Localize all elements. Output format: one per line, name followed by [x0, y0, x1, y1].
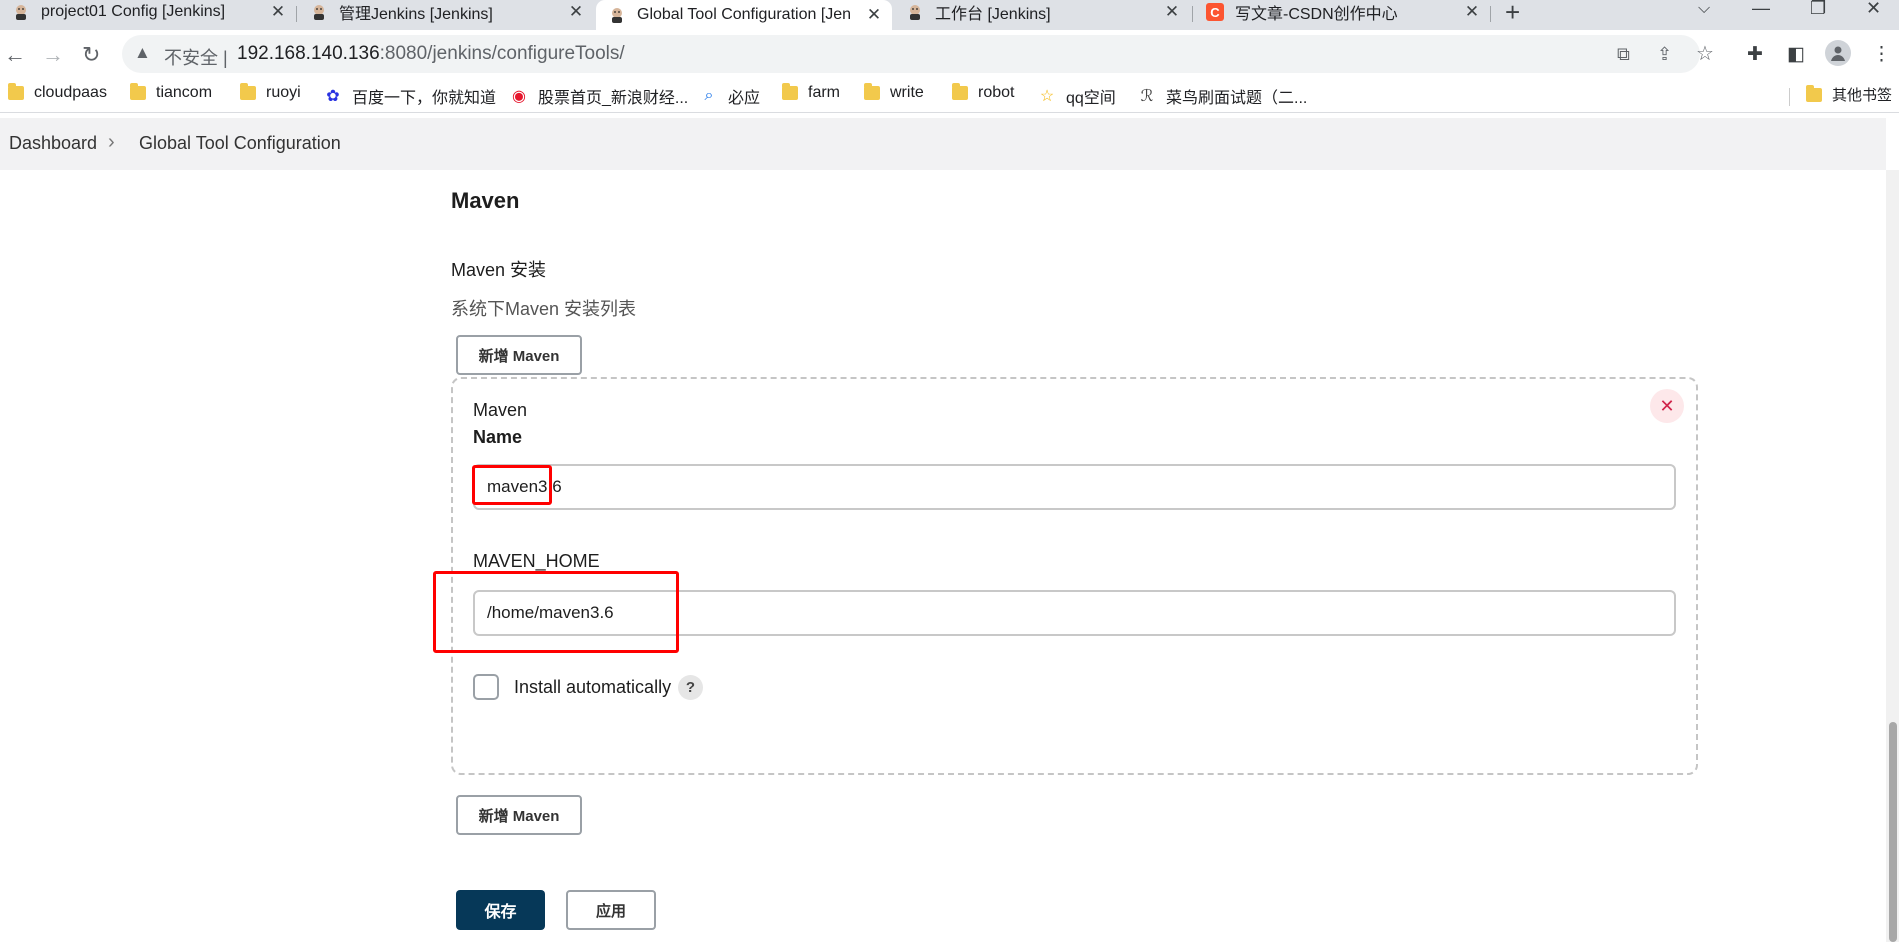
bookmark-other[interactable]: 其他书签	[1806, 84, 1892, 105]
delete-installation-icon[interactable]: ✕	[1650, 389, 1684, 423]
close-window-icon[interactable]: ✕	[1866, 0, 1881, 19]
bookmark-baidu[interactable]: ✿ 百度一下，你就知道	[324, 84, 496, 108]
address-bar[interactable]: ▲ 不安全 | 192.168.140.136:8080/jenkins/con…	[122, 35, 1714, 73]
share-icon[interactable]: ⇪	[1657, 44, 1672, 65]
save-button[interactable]: 保存	[456, 890, 545, 930]
tab-title: 工作台 [Jenkins]	[935, 6, 1051, 23]
close-tab-icon[interactable]: ✕	[1462, 2, 1482, 22]
bookmark-tiancom[interactable]: tiancom	[130, 83, 212, 102]
folder-icon	[782, 83, 798, 100]
minimize-icon[interactable]: —	[1752, 0, 1770, 19]
bookmark-runoob[interactable]: ℛ 菜鸟刷面试题（二...	[1138, 84, 1308, 108]
close-tab-icon[interactable]: ✕	[566, 2, 586, 22]
breadcrumb-dashboard[interactable]: Dashboard	[9, 133, 97, 154]
jenkins-icon	[906, 3, 924, 21]
bookmark-star-icon[interactable]: ☆	[1696, 41, 1714, 66]
bookmark-robot[interactable]: robot	[952, 83, 1014, 102]
folder-icon	[952, 83, 968, 100]
menu-icon[interactable]: ⋮	[1872, 43, 1891, 66]
maven-installations-description: 系统下Maven 安装列表	[451, 299, 637, 319]
bookmark-cloudpaas[interactable]: cloudpaas	[8, 83, 107, 102]
svg-text:C: C	[1210, 5, 1220, 20]
runoob-icon: ℛ	[1140, 88, 1154, 105]
installation-type-label: Maven	[473, 400, 528, 420]
extensions-icon[interactable]: ✚	[1747, 43, 1763, 66]
side-panel-icon[interactable]: ◧	[1787, 43, 1805, 66]
section-title-maven: Maven	[451, 188, 520, 213]
folder-icon	[8, 83, 24, 100]
tab-title: 写文章-CSDN创作中心	[1235, 6, 1398, 23]
folder-icon	[240, 83, 256, 100]
csdn-icon: C	[1206, 3, 1224, 21]
tab-manage-jenkins[interactable]: 管理Jenkins [Jenkins] ✕	[298, 0, 594, 24]
folder-icon	[1806, 84, 1822, 102]
tab-project01-config[interactable]: project01 Config [Jenkins] ✕	[0, 0, 296, 24]
reload-icon[interactable]: ↻	[82, 42, 100, 68]
name-field[interactable]	[473, 464, 1676, 510]
baidu-icon: ✿	[326, 88, 340, 105]
tab-workbench[interactable]: 工作台 [Jenkins] ✕	[894, 0, 1190, 24]
url-text[interactable]: 192.168.140.136:8080/jenkins/configureTo…	[237, 43, 625, 65]
forward-icon[interactable]: →	[42, 42, 64, 68]
tab-search-icon[interactable]: ⌵	[1698, 0, 1710, 18]
scrollbar-thumb[interactable]	[1889, 722, 1897, 942]
breadcrumb: Dashboard › Global Tool Configuration	[0, 118, 1886, 170]
page-scrollbar[interactable]	[1886, 170, 1899, 942]
install-automatically-checkbox[interactable]	[473, 674, 499, 700]
close-tab-icon[interactable]: ✕	[864, 5, 884, 25]
back-icon[interactable]: ←	[4, 42, 26, 68]
bookmark-qzone[interactable]: ☆ qq空间	[1038, 84, 1116, 108]
jenkins-icon	[310, 3, 328, 21]
close-tab-icon[interactable]: ✕	[1162, 2, 1182, 22]
jenkins-icon	[608, 6, 626, 24]
tab-global-tool-configuration[interactable]: Global Tool Configuration [Jen ✕	[596, 0, 892, 30]
maven-installations-label: Maven 安装	[451, 260, 547, 280]
maven-home-label: MAVEN_HOME	[473, 551, 600, 571]
translate-icon[interactable]: ⧉	[1617, 44, 1630, 65]
install-automatically-label[interactable]: Install automatically	[514, 677, 671, 698]
bookmark-sina-finance[interactable]: ◉ 股票首页_新浪财经...	[510, 84, 688, 108]
add-maven-button[interactable]: 新增 Maven	[456, 335, 582, 375]
tab-strip: project01 Config [Jenkins] ✕ 管理Jenkins […	[0, 0, 1899, 30]
tab-title: Global Tool Configuration [Jen	[637, 6, 852, 23]
tab-csdn-write[interactable]: C 写文章-CSDN创作中心 ✕	[1194, 0, 1490, 24]
folder-icon	[130, 83, 146, 100]
profile-avatar-icon[interactable]	[1825, 40, 1851, 66]
annotation-highlight-name	[472, 465, 552, 505]
new-tab-icon[interactable]: +	[1505, 0, 1520, 28]
help-icon[interactable]: ?	[678, 675, 703, 700]
jenkins-icon	[12, 3, 30, 21]
breadcrumb-global-tool-configuration[interactable]: Global Tool Configuration	[139, 133, 341, 154]
bookmark-write[interactable]: write	[864, 83, 924, 102]
restore-icon[interactable]: ❐	[1810, 0, 1826, 19]
apply-button[interactable]: 应用	[566, 890, 656, 930]
star-icon: ☆	[1039, 88, 1055, 105]
bookmarks-bar: cloudpaas tiancom ruoyi ✿ 百度一下，你就知道 ◉ 股票首页…	[0, 80, 1899, 113]
name-label: Name	[473, 427, 523, 447]
folder-icon	[864, 83, 880, 100]
close-tab-icon[interactable]: ✕	[268, 2, 288, 22]
weibo-icon: ◉	[512, 88, 526, 105]
browser-toolbar: ← → ↻ ▲ 不安全 | 192.168.140.136:8080/jenki…	[0, 30, 1899, 80]
warning-icon[interactable]: ▲	[134, 43, 151, 63]
chevron-right-icon: ›	[108, 131, 115, 153]
bookmark-farm[interactable]: farm	[782, 83, 840, 102]
insecure-label[interactable]: 不安全 |	[164, 44, 228, 70]
add-maven-button-bottom[interactable]: 新增 Maven	[456, 795, 582, 835]
annotation-highlight-maven-home	[433, 571, 679, 653]
bing-icon: ⌕	[704, 87, 714, 104]
bookmark-bing[interactable]: ⌕ 必应	[700, 84, 761, 108]
bookmark-ruoyi[interactable]: ruoyi	[240, 83, 301, 102]
tab-title: 管理Jenkins [Jenkins]	[339, 6, 493, 23]
tab-title: project01 Config [Jenkins]	[41, 3, 226, 20]
